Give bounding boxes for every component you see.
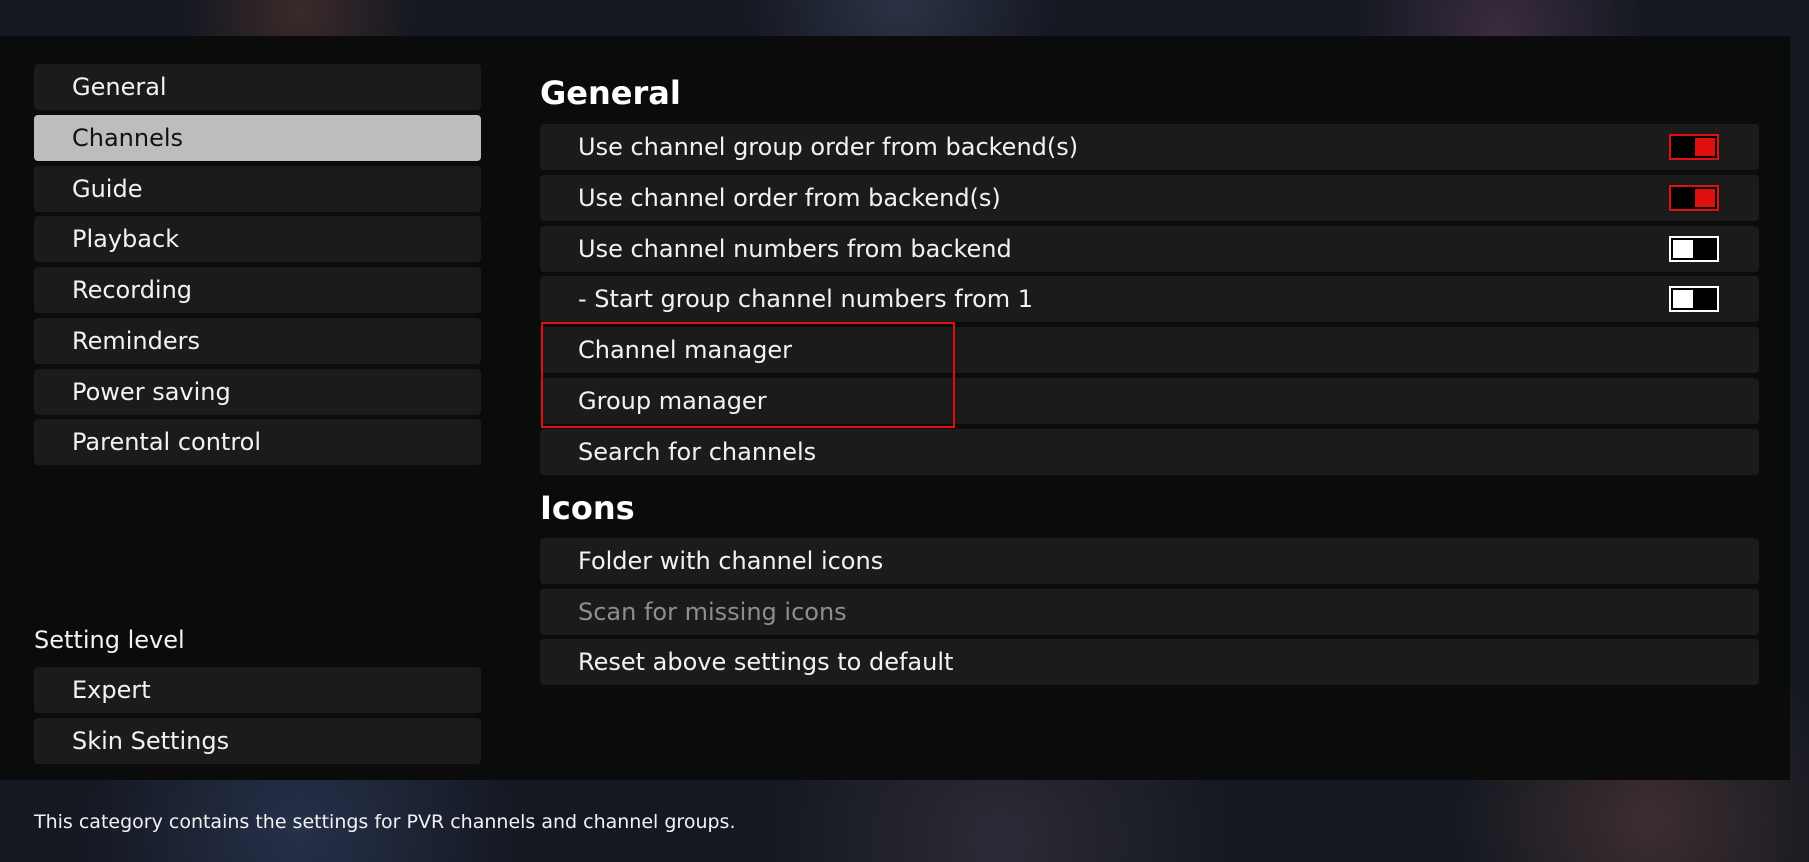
toggle-knob	[1673, 290, 1693, 308]
setting-label: Use channel group order from backend(s)	[578, 133, 1079, 161]
section-title-general: General	[540, 74, 681, 112]
setting-level-expert-button[interactable]: Expert	[34, 667, 481, 713]
setting-channel-order[interactable]: Use channel order from backend(s)	[540, 175, 1759, 221]
sidebar-item-recording[interactable]: Recording	[34, 267, 481, 313]
group-manager-button[interactable]: Group manager	[540, 378, 1759, 424]
setting-level-label: Setting level	[34, 626, 185, 654]
sidebar-item-guide[interactable]: Guide	[34, 166, 481, 212]
sidebar-item-parental-control[interactable]: Parental control	[34, 419, 481, 465]
setting-start-group-numbers[interactable]: - Start group channel numbers from 1	[540, 276, 1759, 322]
toggle-knob	[1695, 189, 1715, 207]
sidebar-item-reminders[interactable]: Reminders	[34, 318, 481, 364]
channel-manager-button[interactable]: Channel manager	[540, 327, 1759, 373]
toggle-knob	[1695, 138, 1715, 156]
sidebar-item-general[interactable]: General	[34, 64, 481, 110]
reset-settings-button[interactable]: Reset above settings to default	[540, 639, 1759, 685]
setting-channel-numbers[interactable]: Use channel numbers from backend	[540, 226, 1759, 272]
toggle-switch-on[interactable]	[1669, 134, 1719, 160]
toggle-switch-off[interactable]	[1669, 286, 1719, 312]
toggle-knob	[1673, 240, 1693, 258]
setting-label: - Start group channel numbers from 1	[578, 285, 1034, 313]
setting-channel-group-order[interactable]: Use channel group order from backend(s)	[540, 124, 1759, 170]
sidebar-item-channels[interactable]: Channels	[34, 115, 481, 161]
section-title-icons: Icons	[540, 489, 635, 527]
folder-channel-icons-button[interactable]: Folder with channel icons	[540, 538, 1759, 584]
category-description: This category contains the settings for …	[34, 811, 736, 833]
sidebar-item-power-saving[interactable]: Power saving	[34, 369, 481, 415]
search-for-channels-button[interactable]: Search for channels	[540, 429, 1759, 475]
toggle-switch-on[interactable]	[1669, 185, 1719, 211]
skin-settings-button[interactable]: Skin Settings	[34, 718, 481, 764]
toggle-switch-off[interactable]	[1669, 236, 1719, 262]
setting-label: Use channel numbers from backend	[578, 235, 1012, 263]
scan-missing-icons-button: Scan for missing icons	[540, 589, 1759, 635]
sidebar-item-playback[interactable]: Playback	[34, 216, 481, 262]
setting-label: Use channel order from backend(s)	[578, 184, 1001, 212]
